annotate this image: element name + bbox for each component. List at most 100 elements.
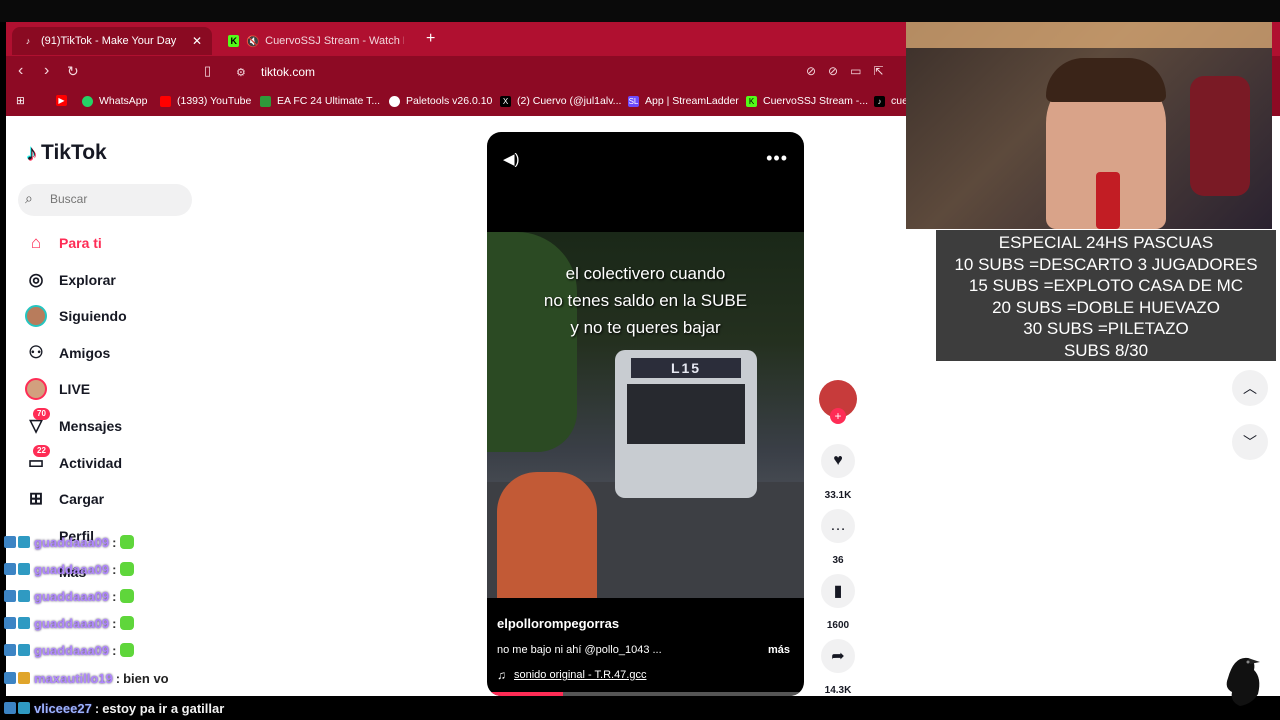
promo-line: 30 SUBS =PILETAZO — [1023, 319, 1189, 338]
bookmark-x[interactable]: X (2) Cuervo (@jul1alv... — [500, 95, 621, 107]
nav-cargar[interactable]: ⊞ Cargar — [24, 485, 104, 513]
tab-label: CuervoSSJ Stream - Watch Live o — [265, 35, 404, 47]
bookmark-youtube-icon[interactable]: ▶ — [56, 95, 73, 106]
bus-image: L15 — [615, 350, 757, 498]
x-icon: X — [500, 95, 511, 107]
video-sound[interactable]: ♫ sonido original - T.R.47.gcc — [497, 668, 646, 682]
avatar — [25, 305, 47, 327]
chat-message: guaddaaa09: — [4, 586, 134, 606]
close-tab-icon[interactable]: ✕ — [192, 34, 202, 48]
search-box[interactable]: ⌕ — [18, 184, 192, 216]
bookmark-icon[interactable]: ▯ — [204, 63, 211, 79]
emote-icon — [119, 535, 134, 549]
tab-tiktok[interactable]: ♪ (91)TikTok - Make Your Day ✕ — [12, 27, 212, 55]
chat-message: vliceee27: estoy pa ir a gatillar — [4, 698, 224, 718]
nav-mensajes[interactable]: ▽ 70 Mensajes — [24, 408, 122, 440]
whatsapp-icon — [82, 95, 93, 107]
moderator-badge-icon — [4, 563, 16, 575]
bottom-chat-strip: vliceee27: estoy pa ir a gatillar — [0, 696, 1280, 720]
new-tab-button[interactable]: + — [426, 30, 435, 48]
notification-badge: 70 — [33, 408, 50, 420]
gift-badge-icon — [18, 672, 30, 684]
emote-icon — [119, 616, 134, 630]
tiktok-logo[interactable]: ♪ TikTok — [26, 140, 107, 166]
sub-badge-icon — [18, 644, 30, 656]
compass-icon: ◎ — [28, 270, 44, 289]
search-input[interactable] — [48, 191, 182, 207]
bookmark-icon: ▮ — [821, 574, 855, 608]
comment-button[interactable]: … 36 — [818, 509, 858, 566]
bookmark-tiktok[interactable]: ♪ cue — [874, 95, 908, 107]
emote-icon — [119, 562, 134, 576]
nav-para-ti[interactable]: ⌂ Para ti — [24, 229, 102, 257]
like-count: 33.1K — [824, 490, 852, 501]
ea-fc-icon — [260, 95, 271, 107]
more-caption-button[interactable]: más — [768, 644, 790, 656]
nav-explorar[interactable]: ◎ Explorar — [24, 266, 116, 294]
tiktok-favicon-icon: ♪ — [25, 36, 31, 46]
bookmark-kick[interactable]: K CuervoSSJ Stream -... — [746, 95, 868, 107]
bookmark-youtube[interactable]: (1393) YouTube — [160, 95, 251, 107]
forward-button[interactable]: › — [44, 63, 49, 79]
paletools-icon — [389, 95, 400, 107]
chevron-up-icon: ︿ — [1243, 380, 1257, 396]
tiktok-icon: ♪ — [874, 95, 885, 107]
promo-line: 10 SUBS =DESCARTO 3 JUGADORES — [954, 254, 1258, 274]
creator-avatar-button[interactable]: + — [818, 380, 858, 424]
mute-tab-icon[interactable]: 🔇 — [246, 35, 260, 48]
more-options-icon[interactable]: ••• — [766, 148, 788, 169]
kick-icon: K — [746, 95, 757, 107]
notification-badge: 22 — [33, 445, 50, 457]
next-video-button[interactable]: ﹀ — [1232, 424, 1268, 460]
site-info-icon[interactable]: ⚙ — [236, 65, 246, 81]
nav-amigos[interactable]: ⚇ Amigos — [24, 339, 110, 367]
inbox-icon: ▭ 22 — [24, 445, 50, 475]
url-field[interactable]: tiktok.com — [261, 65, 315, 79]
video-caption: no me bajo ni ahí @pollo_1043 ... — [497, 644, 662, 656]
nav-actividad[interactable]: ▭ 22 Actividad — [24, 445, 122, 477]
extension-icons[interactable]: ⊘⊘▭⇱ — [806, 64, 896, 78]
tiktok-note-icon: ♪ — [26, 140, 37, 165]
share-button[interactable]: ➦ 14.3K — [818, 639, 858, 696]
moderator-badge-icon — [4, 617, 16, 629]
send-icon: ▽ 70 — [24, 408, 50, 438]
avatar: + — [819, 380, 857, 424]
nav-siguiendo[interactable]: Siguiendo — [24, 302, 127, 330]
apps-grid-icon[interactable]: ⊞ — [16, 95, 25, 107]
promo-line: 20 SUBS =DOBLE HUEVAZO — [992, 297, 1220, 317]
moderator-badge-icon — [4, 672, 16, 684]
video-player[interactable]: ◀) ••• L15 el colectivero cuando no tene… — [487, 132, 804, 696]
chat-message: guaddaaa09: — [4, 532, 134, 552]
bookmark-whatsapp[interactable]: WhatsApp — [82, 95, 147, 107]
reload-button[interactable]: ↻ — [67, 63, 79, 79]
sub-badge-icon — [18, 617, 30, 629]
previous-video-button[interactable]: ︿ — [1232, 370, 1268, 406]
promo-line: ESPECIAL 24HS PASCUAS — [998, 233, 1214, 252]
top-strip — [0, 0, 1280, 22]
chat-message: guaddaaa09: — [4, 640, 134, 660]
webcam-overlay — [906, 22, 1272, 229]
share-icon: ➦ — [821, 639, 855, 673]
follow-plus-icon[interactable]: + — [830, 408, 846, 424]
volume-icon[interactable]: ◀) — [503, 150, 520, 168]
sub-badge-icon — [18, 563, 30, 575]
emote-icon — [119, 643, 134, 657]
like-button[interactable]: ♥ 33.1K — [818, 444, 858, 501]
plus-square-icon: ⊞ — [28, 489, 44, 508]
bookmark-ea-fc[interactable]: EA FC 24 Ultimate T... — [260, 95, 380, 107]
moderator-badge-icon — [4, 702, 16, 714]
search-icon: ⌕ — [25, 190, 33, 206]
friends-icon: ⚇ — [28, 343, 44, 362]
nav-live[interactable]: LIVE — [24, 375, 90, 403]
video-author[interactable]: elpollorompegorras — [497, 616, 619, 631]
save-button[interactable]: ▮ 1600 — [818, 574, 858, 631]
avatar — [25, 378, 47, 400]
bookmark-streamladder[interactable]: SL App | StreamLadder — [628, 95, 739, 107]
back-button[interactable]: ‹ — [18, 63, 23, 79]
youtube-icon — [160, 95, 171, 107]
tab-kick-stream[interactable]: K 🔇 CuervoSSJ Stream - Watch Live o — [218, 27, 414, 55]
bookmark-paletools[interactable]: Paletools v26.0.10 — [389, 95, 492, 107]
emote-icon — [119, 589, 134, 603]
moderator-badge-icon — [4, 590, 16, 602]
comment-count: 36 — [832, 555, 844, 566]
